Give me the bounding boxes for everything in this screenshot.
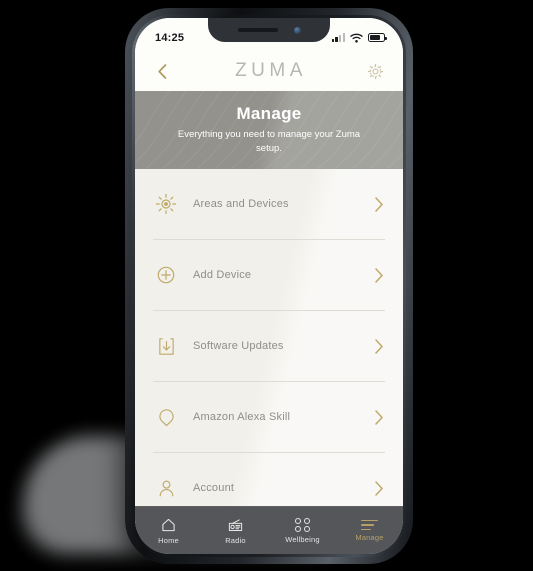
tab-label: Home	[158, 536, 179, 545]
app-header: ZUMA	[135, 51, 403, 91]
cellular-signal-icon	[331, 33, 345, 42]
device-notch	[208, 18, 330, 42]
menu-item-label: Software Updates	[193, 340, 284, 352]
wifi-icon	[350, 33, 363, 43]
tab-label: Manage	[355, 533, 384, 543]
menu-item-amazon-alexa-skill[interactable]: Amazon Alexa Skill	[135, 382, 403, 452]
menu-item-label: Account	[193, 482, 235, 494]
gear-icon	[368, 63, 384, 79]
tab-home[interactable]: Home	[135, 515, 202, 545]
front-camera-icon	[293, 26, 301, 34]
tab-label: Wellbeing	[285, 535, 320, 545]
menu-item-areas-and-devices[interactable]: Areas and Devices	[135, 169, 403, 239]
wellbeing-dots-icon	[295, 517, 310, 533]
page-subtitle: Everything you need to manage your Zuma …	[177, 129, 361, 154]
radio-icon	[228, 519, 243, 531]
chevron-right-icon	[371, 196, 387, 213]
person-icon	[153, 478, 179, 499]
zuma-logo: ZUMA	[235, 60, 307, 81]
menu-item-add-device[interactable]: Add Device	[135, 240, 403, 310]
menu-item-software-updates[interactable]: Software Updates	[135, 311, 403, 381]
chevron-right-icon	[371, 409, 387, 426]
chevron-right-icon	[371, 338, 387, 355]
chevron-right-icon	[371, 480, 387, 497]
battery-icon	[368, 33, 387, 42]
menu-lines-icon	[361, 519, 378, 531]
page-title: Manage	[236, 104, 302, 124]
chevron-right-icon	[371, 267, 387, 284]
menu-item-label: Amazon Alexa Skill	[193, 411, 291, 423]
tab-label: Radio	[225, 536, 246, 545]
home-icon	[162, 518, 175, 532]
menu-item-label: Areas and Devices	[193, 198, 289, 210]
menu-item-label: Add Device	[193, 269, 252, 281]
phone-screen: 14:25 ZUMA Manage Everything you need to…	[135, 18, 403, 554]
brightness-sun-icon	[153, 193, 179, 215]
plus-circle-icon	[153, 264, 179, 286]
download-icon	[153, 336, 179, 357]
device-inner-bezel: 14:25 ZUMA Manage Everything you need to…	[132, 15, 406, 557]
bottom-tab-bar: Home Radio Wellbeing Manage	[135, 506, 403, 554]
tab-manage[interactable]: Manage	[336, 518, 403, 543]
back-button[interactable]	[149, 58, 175, 84]
status-bar-icons	[331, 33, 387, 43]
manage-menu-list: Areas and Devices Add Device Software Up…	[135, 169, 403, 506]
earpiece-speaker-icon	[237, 28, 278, 32]
status-bar-clock: 14:25	[155, 31, 185, 44]
chevron-left-icon	[157, 63, 166, 79]
tab-radio[interactable]: Radio	[202, 515, 269, 545]
menu-item-account[interactable]: Account	[135, 453, 403, 506]
settings-button[interactable]	[363, 58, 389, 84]
manage-banner: Manage Everything you need to manage you…	[135, 91, 403, 169]
tab-wellbeing[interactable]: Wellbeing	[269, 516, 336, 545]
phone-device-frame: 14:25 ZUMA Manage Everything you need to…	[125, 8, 413, 564]
speech-bubble-icon	[153, 407, 179, 428]
